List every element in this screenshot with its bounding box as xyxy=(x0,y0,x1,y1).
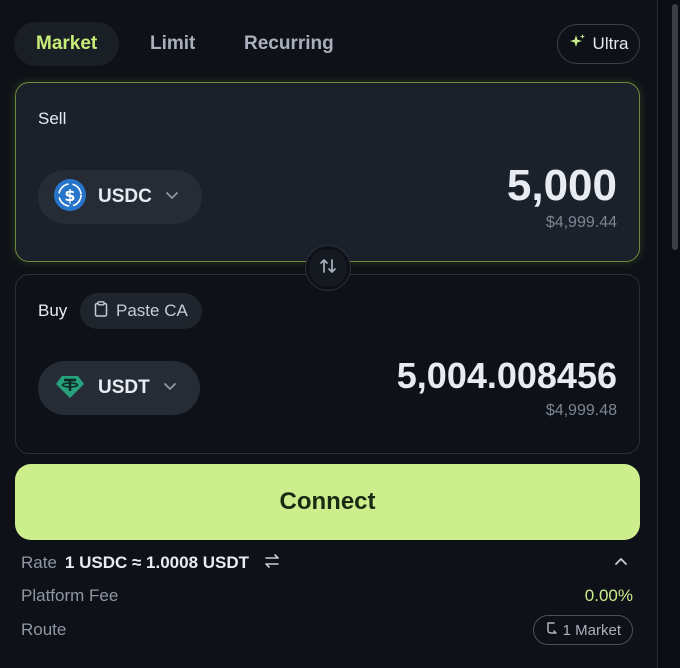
ultra-button[interactable]: Ultra xyxy=(557,24,640,64)
tab-recurring-label: Recurring xyxy=(244,33,334,54)
sell-amount[interactable]: 5,000 xyxy=(507,161,617,211)
buy-token-symbol: USDT xyxy=(98,377,150,398)
chevron-up-icon[interactable] xyxy=(613,553,629,574)
swap-vertical-icon xyxy=(318,256,338,281)
svg-text:$: $ xyxy=(64,186,75,205)
platform-fee-row: Platform Fee 0.00% xyxy=(21,584,633,608)
sell-label: Sell xyxy=(38,109,67,128)
platform-fee-value: 0.00% xyxy=(584,586,633,605)
chevron-down-icon xyxy=(164,187,180,208)
scrollbar-thumb[interactable] xyxy=(672,4,678,250)
route-label: Route xyxy=(21,620,67,639)
route-row: Route 1 Market xyxy=(21,614,633,646)
connect-label: Connect xyxy=(279,488,376,515)
buy-label: Buy xyxy=(38,301,68,320)
route-value: 1 Market xyxy=(562,621,621,639)
sell-token-selector[interactable]: $ USDC xyxy=(38,170,202,224)
sparkle-icon xyxy=(569,33,587,56)
tab-limit[interactable]: Limit xyxy=(128,22,217,66)
tab-recurring[interactable]: Recurring xyxy=(222,22,356,66)
connect-button[interactable]: Connect xyxy=(15,464,640,540)
tab-market-label: Market xyxy=(36,33,98,54)
tab-limit-label: Limit xyxy=(150,33,196,54)
sell-token-symbol: USDC xyxy=(98,186,152,207)
buy-token-selector[interactable]: USDT xyxy=(38,361,200,415)
buy-usd-value: $4,999.48 xyxy=(545,402,617,419)
swap-panel: Market Limit Recurring Ultra Sell $ USDC… xyxy=(0,0,658,668)
usdt-coin-icon xyxy=(54,370,86,407)
usdc-coin-icon: $ xyxy=(54,178,86,216)
rate-value: 1 USDC ≈ 1.0008 USDT xyxy=(64,553,250,572)
paste-ca-button[interactable]: Paste CA xyxy=(80,293,202,329)
route-button[interactable]: 1 Market xyxy=(532,615,633,645)
route-icon xyxy=(545,621,559,639)
swap-horizontal-icon[interactable] xyxy=(263,553,281,574)
rate-row: Rate 1 USDC ≈ 1.0008 USDT xyxy=(21,551,633,575)
swap-direction-button[interactable] xyxy=(306,246,350,290)
clipboard-icon xyxy=(94,300,108,322)
paste-ca-label: Paste CA xyxy=(116,301,188,320)
platform-fee-label: Platform Fee xyxy=(21,586,119,605)
buy-card: Buy Paste CA USDT 5,004.008456 $4,999.48 xyxy=(15,274,640,454)
sell-card: Sell $ USDC 5,000 $4,999.44 xyxy=(15,82,640,262)
buy-amount: 5,004.008456 xyxy=(396,355,617,396)
rate-label: Rate xyxy=(21,553,57,572)
ultra-label: Ultra xyxy=(592,34,629,53)
sell-usd-value: $4,999.44 xyxy=(545,214,617,231)
chevron-down-icon xyxy=(162,378,178,399)
tab-market[interactable]: Market xyxy=(14,22,120,66)
